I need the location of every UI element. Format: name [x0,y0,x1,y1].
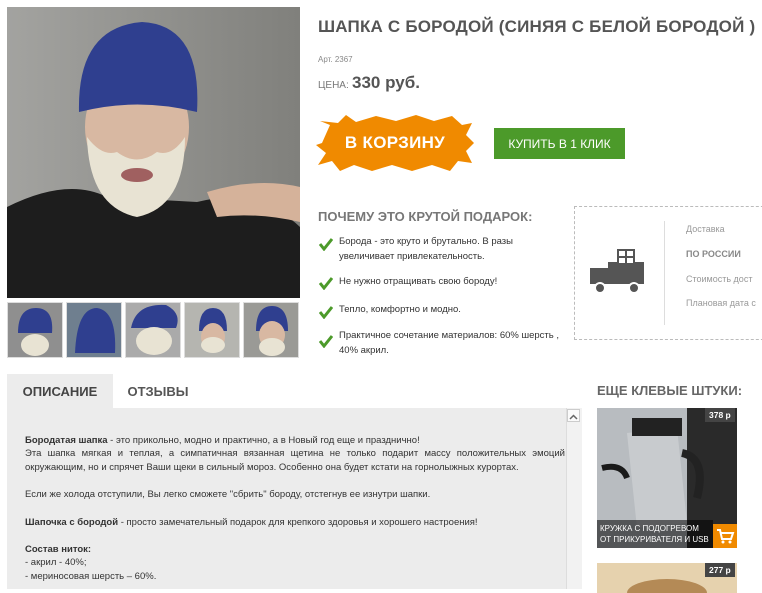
composition-item: - мериносовая шерсть – 60%. [25,571,157,582]
thumbnail-2[interactable] [66,302,122,358]
price-label: ЦЕНА: [318,80,349,91]
description-paragraph: Эта шапка мягкая и теплая, а симпатичная… [25,448,565,473]
reason-item: Не нужно отращивать свою бороду! [339,276,498,287]
description-bold: Состав ниток: [25,544,92,555]
thumbnail-5[interactable] [243,302,299,358]
related-product-price: 378 р [705,408,735,422]
delivery-label: Доставка [686,224,725,234]
thumbnail-1[interactable] [7,302,63,358]
description-paragraph: Шапочка с бородой - просто замечательный… [25,516,565,530]
description-bold: Шапочка с бородой [25,517,119,528]
product-sku: Арт. 2367 [318,55,353,64]
main-product-photo[interactable] [7,7,300,298]
composition-heading: Состав ниток: [25,543,565,557]
add-to-cart-label: В КОРЗИНУ [344,133,446,152]
checkmark-icon [319,277,333,290]
delivery-divider [664,221,665,325]
buy-one-click-button[interactable]: КУПИТЬ В 1 КЛИК [494,128,625,159]
thumbnail-3[interactable] [125,302,181,358]
related-product-price: 277 р [705,563,735,577]
reason-item: Тепло, комфортно и модно. [339,304,461,315]
product-title: ШАПКА С БОРОДОЙ (СИНЯЯ С БЕЛОЙ БОРОДОЙ ) [318,17,756,36]
why-gift-heading: ПОЧЕМУ ЭТО КРУТОЙ ПОДАРОК: [318,209,533,224]
product-price: 330 руб. [352,73,420,92]
tab-description[interactable]: ОПИСАНИЕ [7,374,113,408]
delivery-region: ПО РОССИИ [686,249,741,259]
delivery-truck-icon [590,249,644,294]
description-paragraph: Если же холода отступили, Вы легко сможе… [25,489,431,500]
reason-item: Борода - это круто и брутально. В разы у… [339,236,513,262]
related-product-caption[interactable]: КРУЖКА С ПОДОГРЕВОМ ОТ ПРИКУРИВАТЕЛЯ И U… [597,520,713,548]
description-bold: Бородатая шапка [25,435,108,446]
chevron-up-icon [569,414,578,420]
more-items-heading: ЕЩЕ КЛЕВЫЕ ШТУКИ: [597,383,743,398]
delivery-date: Плановая дата с [686,298,756,308]
description-text: - это прикольно, модно и практично, а в … [107,435,420,446]
composition-item: - акрил - 40%; [25,557,87,568]
related-product-cart-button[interactable] [713,524,737,548]
description-scrollbar[interactable] [566,408,582,589]
add-to-cart-button[interactable]: В КОРЗИНУ [316,113,474,173]
checkmark-icon [319,306,333,319]
cart-icon [717,529,735,544]
description-panel: Бородатая шапка - это прикольно, модно и… [7,408,582,589]
scroll-up-button[interactable] [567,409,580,422]
tab-reviews[interactable]: ОТЗЫВЫ [113,374,203,408]
checkmark-icon [319,335,333,348]
delivery-cost: Стоимость дост [686,274,753,284]
thumbnail-4[interactable] [184,302,240,358]
description-text: - просто замечательный подарок для крепк… [118,517,478,528]
description-paragraph: Бородатая шапка - это прикольно, модно и… [25,434,565,448]
reason-item: Практичное сочетание материалов: 60% шер… [339,330,560,356]
checkmark-icon [319,238,333,251]
